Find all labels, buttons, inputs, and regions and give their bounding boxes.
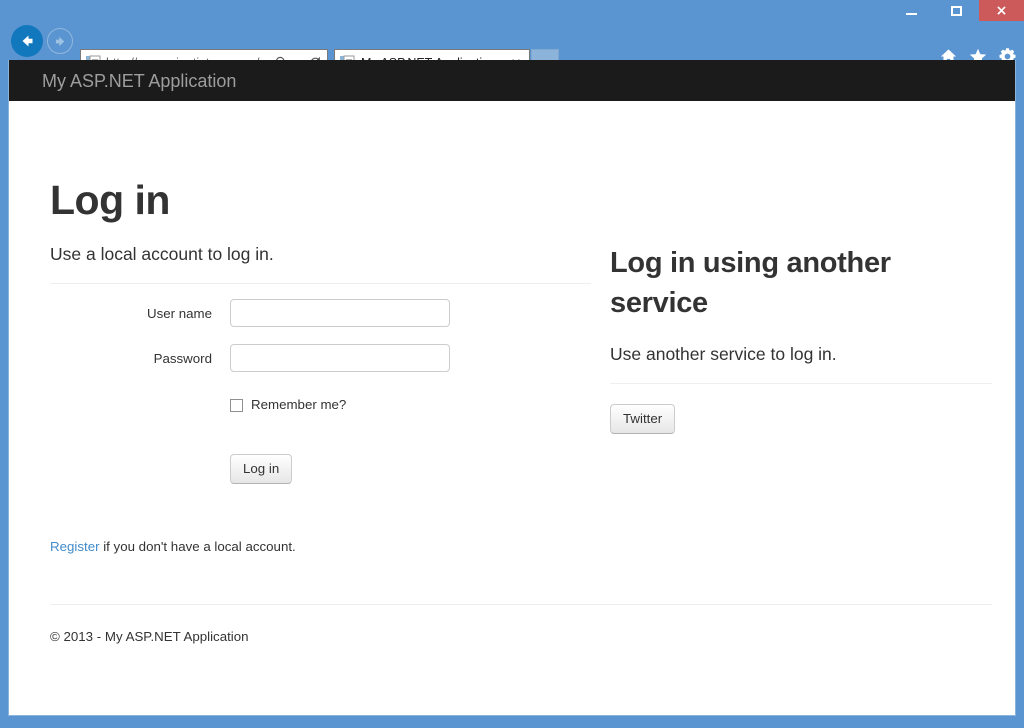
browser-navigation-row: http://www.wingtiptoys.com/ ▾ [0,22,1024,76]
page-title: Log in [50,177,170,223]
site-navbar: My ASP.NET Application [9,60,1015,101]
register-text: if you don't have a local account. [99,539,296,554]
form-row-password: Password [50,344,591,374]
twitter-login-button[interactable]: Twitter [610,404,676,434]
window-close-button[interactable]: × [979,0,1024,21]
external-login-section: Log in using another service Use another… [610,243,992,434]
remember-me-checkbox[interactable] [230,398,243,412]
password-label: Password [153,351,212,366]
external-login-divider [610,383,992,384]
window-maximize-button[interactable] [934,0,979,21]
external-provider-buttons: Twitter [610,404,992,434]
page-footer: © 2013 - My ASP.NET Application [50,604,992,647]
form-row-username: User name [50,299,591,329]
external-login-subheading: Use another service to log in. [610,344,837,364]
username-label: User name [146,306,212,321]
close-icon: × [995,2,1008,19]
local-login-divider [50,283,591,284]
log-in-button[interactable]: Log in [230,454,293,484]
footer-copyright-text: © 2013 - My ASP.NET Application [50,629,249,644]
register-link[interactable]: Register [50,539,100,554]
window-minimize-button[interactable] [889,0,934,21]
back-button[interactable] [11,25,43,57]
footer-divider [50,604,992,605]
page-viewport: My ASP.NET Application Log in Use a loca… [8,60,1016,716]
remember-me-label[interactable]: Remember me? [251,396,346,414]
local-login-heading: Use a local account to log in. [50,244,274,264]
maximize-icon [951,5,962,16]
forward-arrow-icon [55,36,64,46]
browser-window: × http://www.wingtiptoys.com/ [0,0,1024,728]
password-input[interactable] [230,344,450,372]
remember-me-row: Remember me? [50,394,591,416]
site-brand-link[interactable]: My ASP.NET Application [42,69,236,93]
window-title-bar: × [0,0,1024,22]
forward-button[interactable] [47,28,73,54]
minimize-icon [906,13,917,15]
login-button-row: Log in [50,454,591,484]
external-login-heading: Log in using another service [610,247,891,319]
username-input[interactable] [230,299,450,327]
back-arrow-icon [22,35,33,47]
local-login-form-section: Use a local account to log in. User name… [50,243,591,484]
register-paragraph: Register if you don't have a local accou… [50,537,296,557]
